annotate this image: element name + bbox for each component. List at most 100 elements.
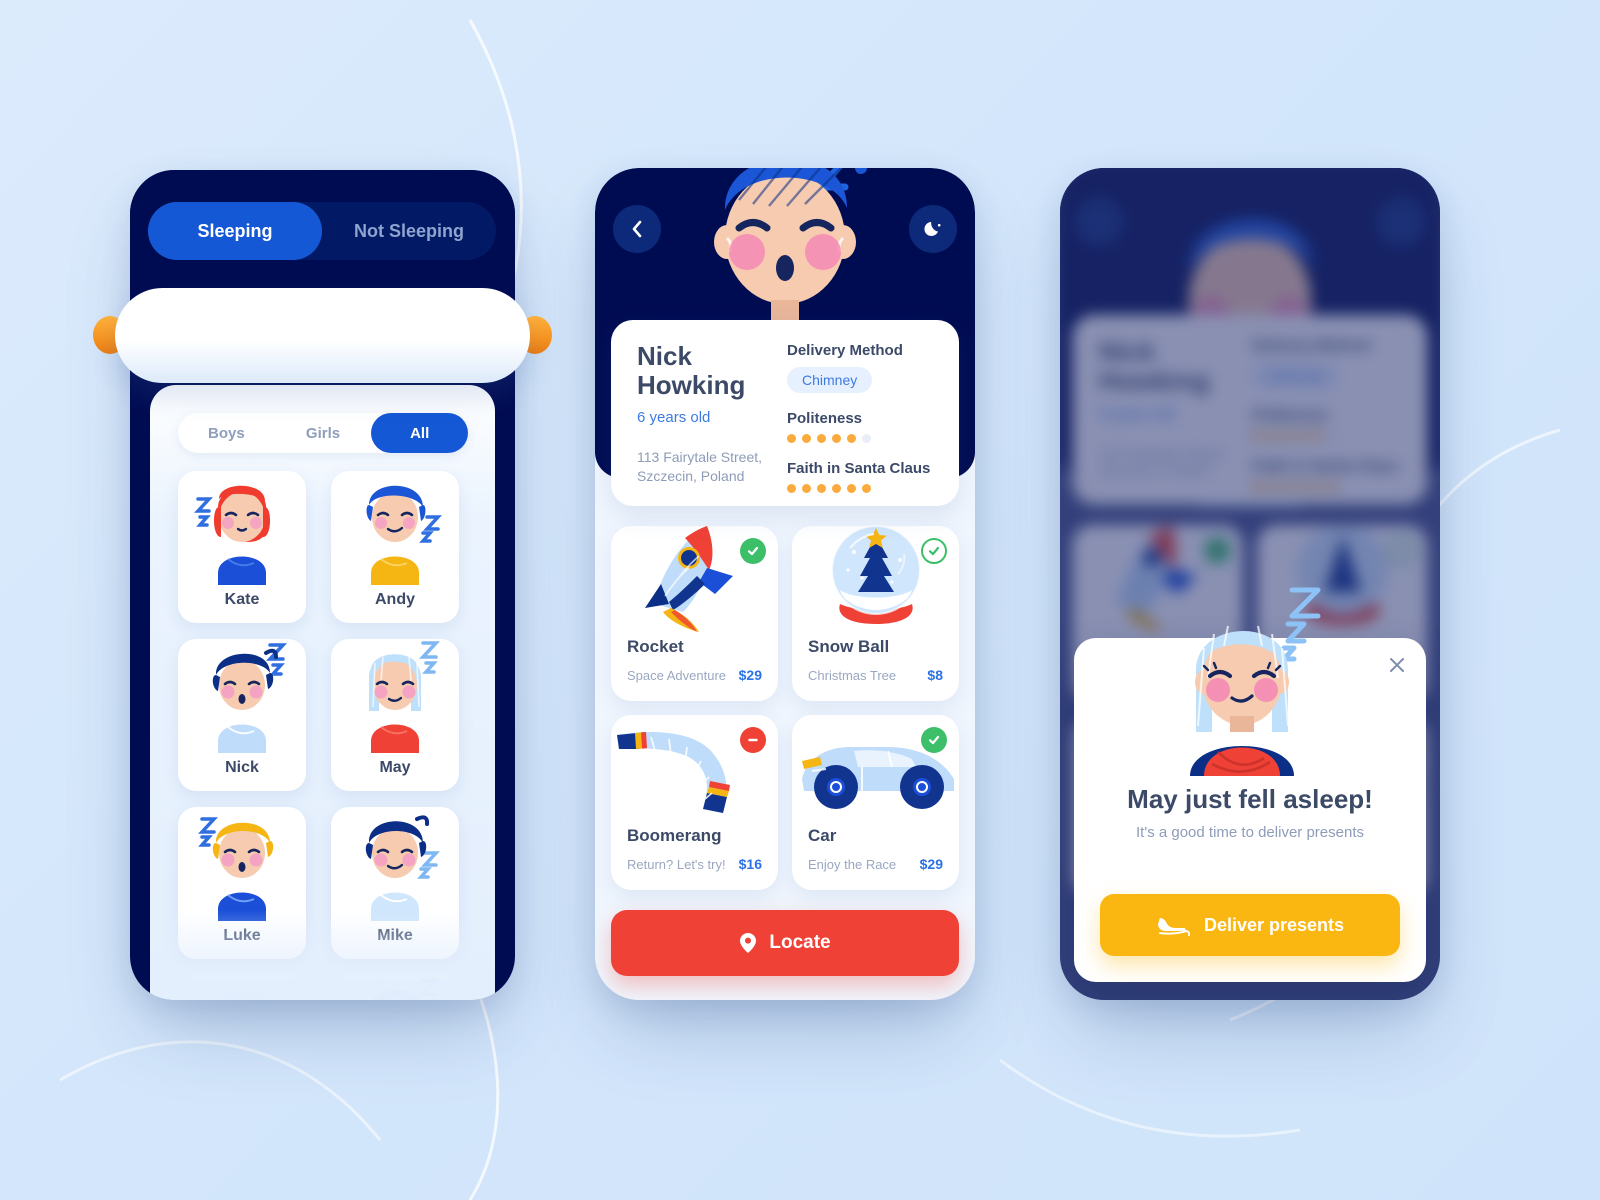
rating-dot [832,434,841,443]
map-pin-icon [740,933,757,953]
partial-avatar-right [372,979,441,1000]
phone1-header: Sleeping Not Sleeping [130,170,515,300]
kid-card-partial-right[interactable] [331,975,459,1000]
gift-title: Rocket [627,637,684,656]
partial-avatar-left [219,990,267,1000]
gift-status-approved-outline-icon[interactable] [921,538,947,564]
close-button[interactable] [1382,650,1412,680]
gift-grid: Rocket Space Adventure $29 Snow Ball Chr… [611,525,959,890]
kid-card-kate[interactable]: Kate [178,471,306,623]
modal-title: May just fell asleep! [1127,784,1373,814]
filter-pill-boys[interactable]: Boys [178,413,275,453]
kid-name: Mike [377,927,413,944]
profile-hero: Nick Howking 6 years old 113 Fairytale S… [595,168,975,506]
kid-card-may[interactable]: May [331,639,459,791]
rating-dot [787,434,796,443]
kid-card-luke[interactable]: Luke [178,807,306,959]
gift-status-approved-icon[interactable] [921,727,947,753]
filter-pill-girls[interactable]: Girls [275,413,372,453]
rating-dot-empty [862,434,871,443]
rating-dot [802,484,811,493]
kid-name: Andy [375,591,415,608]
deliver-button-label: Deliver presents [1203,914,1345,935]
may-sleeping-avatar [1190,587,1321,776]
night-mode-button[interactable] [909,205,957,253]
filter-pill-all[interactable]: All [371,413,469,453]
faith-rating [787,484,947,493]
kate-sleeping-avatar [194,485,271,585]
profile-right-column: Delivery Method Chimney Politeness Faith… [787,342,947,493]
gift-price: $29 [919,856,943,872]
deliver-presents-button[interactable]: Deliver presents [1100,894,1400,956]
gift-price: $16 [738,856,762,872]
gift-subtitle: Return? Let's try! [627,857,726,872]
andy-sleeping-avatar [366,485,442,585]
gender-filter-group[interactable]: Boys Girls All [178,413,469,453]
kid-card-partial-left[interactable] [178,975,306,1000]
car-illustration [802,747,954,809]
phone-screen-deliver-modal: Nick Howking 6 years old 113 Fairytale S… [1060,168,1440,1000]
nick-sleeping-avatar [212,643,288,753]
rating-dot [802,434,811,443]
kids-list-panel: Boys Girls All Kate Andy Nick May Luke M… [150,385,495,1000]
locate-button-label: Locate [769,932,831,953]
kids-grid: Kate Andy Nick May Luke Mike [178,471,470,1000]
kid-card-nick[interactable]: Nick [178,639,306,791]
profile-left-column: Nick Howking 6 years old 113 Fairytale S… [637,342,787,486]
boomerang-illustration [617,732,730,813]
rating-dot [847,484,856,493]
gift-card-rocket[interactable]: Rocket Space Adventure $29 [611,526,778,701]
faith-label: Faith in Santa Claus [787,460,931,477]
gift-title: Snow Ball [808,637,890,656]
segment-not-sleeping[interactable]: Not Sleeping [322,202,496,260]
delivery-method-badge[interactable]: Chimney [787,367,873,393]
gift-card-snowball[interactable]: Snow Ball Christmas Tree $8 [792,525,959,701]
locate-button[interactable]: Locate [611,910,959,976]
rating-dot [832,484,841,493]
delivery-method-label: Delivery Method [787,342,903,359]
rocket-illustration [645,526,733,632]
kid-name: May [379,759,411,776]
gift-subtitle: Enjoy the Race [808,857,897,872]
gift-subtitle: Christmas Tree [808,668,897,683]
santa-list-search-scroll[interactable] [93,288,552,383]
gift-title: Car [808,826,837,845]
gift-subtitle: Space Adventure [627,668,727,683]
gift-price: $8 [927,667,943,683]
rating-dot [787,484,796,493]
profile-card: Nick Howking 6 years old 113 Fairytale S… [611,320,959,506]
kid-name: Kate [224,591,260,608]
kid-card-andy[interactable]: Andy [331,471,459,623]
rating-dot [817,434,826,443]
gift-title: Boomerang [627,826,722,845]
rating-dot [847,434,856,443]
sleep-status-segmented-control[interactable]: Sleeping Not Sleeping [148,202,496,260]
rating-dot [817,484,826,493]
modal-subtitle: It's a good time to deliver presents [1136,824,1364,841]
chevron-left-icon [632,220,642,238]
rating-dot [862,484,871,493]
may-sleeping-avatar [369,641,441,753]
kid-card-mike[interactable]: Mike [331,807,459,959]
profile-name: Nick Howking [637,341,746,400]
luke-sleeping-avatar [198,817,274,921]
kid-name: Nick [225,759,259,776]
close-icon [1390,658,1404,672]
back-button[interactable] [613,205,661,253]
politeness-rating [787,434,947,443]
profile-age: 6 years old [637,409,711,427]
phone-screen-child-profile: Nick Howking 6 years old 113 Fairytale S… [595,168,975,1000]
gift-card-car[interactable]: Car Enjoy the Race $29 [792,715,959,890]
snowglobe-illustration [831,525,921,624]
sleigh-icon [1157,918,1190,936]
gift-card-boomerang[interactable]: Boomerang Return? Let's try! $16 [611,715,778,890]
moon-icon [924,222,941,236]
gift-status-rejected-icon[interactable] [740,727,766,753]
gift-status-approved-icon[interactable] [740,538,766,564]
segment-sleeping[interactable]: Sleeping [148,202,322,260]
gift-price: $29 [738,667,762,683]
asleep-notification-modal: May just fell asleep! It's a good time t… [1074,587,1426,982]
politeness-label: Politeness [787,410,863,427]
search-input[interactable] [155,316,490,356]
mike-sleeping-avatar [365,815,440,921]
